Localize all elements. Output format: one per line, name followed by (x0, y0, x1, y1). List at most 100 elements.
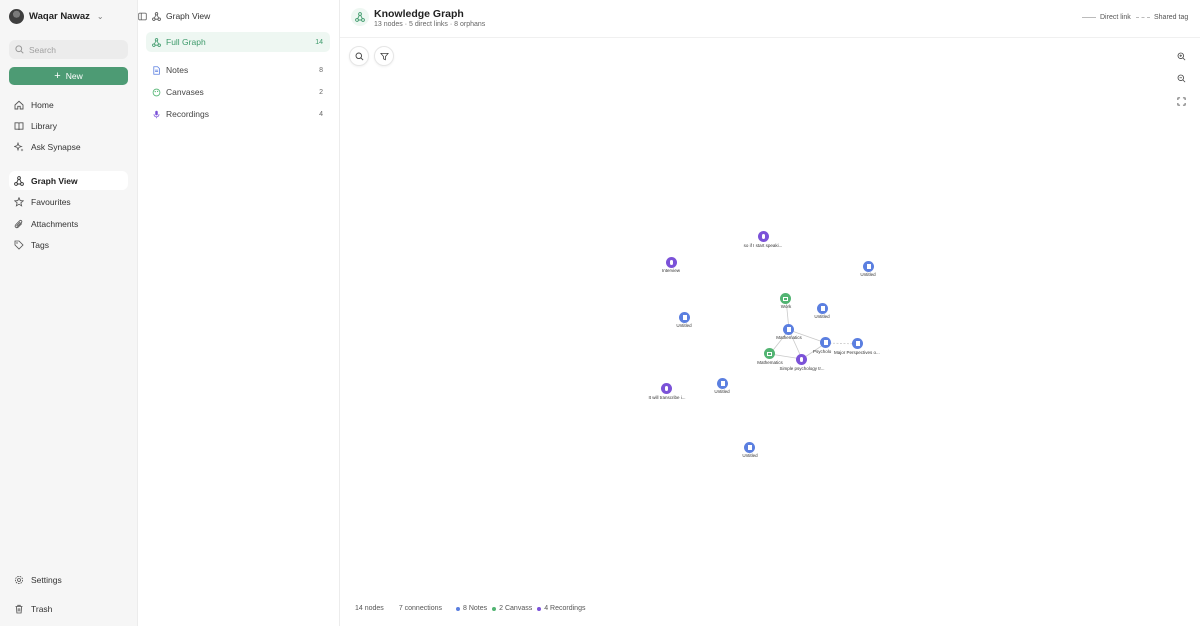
node-label: Untitled (814, 314, 830, 319)
graph-node-canvas[interactable] (780, 293, 791, 304)
trash-icon (15, 604, 23, 613)
nav-item-favourites[interactable]: Favourites (9, 192, 128, 211)
filter-full-graph[interactable]: Full Graph 14 (146, 32, 330, 52)
book-icon (14, 121, 24, 130)
graph-node-note[interactable] (744, 442, 755, 453)
paperclip-icon (14, 219, 23, 228)
sidebar-toggle-icon[interactable] (138, 12, 147, 21)
chevron-down-icon: ⌄ (96, 12, 104, 21)
canvas-dot (492, 606, 497, 611)
graph-badge (351, 8, 369, 26)
sparkles-icon (14, 141, 24, 151)
home-icon (14, 100, 24, 109)
filter-notes[interactable]: Notes 8 (146, 60, 330, 80)
graph-node-recording[interactable] (796, 354, 807, 365)
legend-label: Shared tag (1154, 14, 1189, 21)
nav-item-settings[interactable]: Settings (9, 570, 128, 589)
filter-button[interactable] (374, 46, 394, 66)
fit-view-button[interactable] (1171, 91, 1191, 111)
page-title: Knowledge Graph (374, 8, 464, 20)
search-icon (15, 45, 24, 54)
nav-item-tags[interactable]: Tags (9, 235, 128, 254)
nav-item-ask-synapse[interactable]: Ask Synapse (9, 137, 128, 156)
recordings-dot (537, 606, 542, 611)
filter-count: 8 (319, 66, 323, 74)
filter-label: Recordings (166, 109, 209, 119)
node-label: Untitled (714, 389, 730, 394)
filter-icon (379, 52, 389, 60)
stat-canvas: 2 Canvass (499, 605, 533, 612)
graph-node-note[interactable] (783, 324, 794, 335)
zoom-in-icon (1177, 52, 1185, 60)
panel-title: Graph View (166, 11, 211, 21)
node-label: It will transcribe i... (648, 395, 686, 400)
graph-node-note[interactable] (852, 338, 863, 349)
filter-recordings[interactable]: Recordings 4 (146, 104, 330, 124)
graph-node-note[interactable] (717, 378, 728, 389)
user-menu[interactable]: Waqar Nawaz ⌄ (9, 8, 104, 25)
stat-nodes: 14 nodes (355, 605, 384, 612)
node-label: Work (780, 304, 792, 309)
filter-count: 14 (315, 38, 323, 46)
legend-direct-link: Direct link (1082, 14, 1131, 21)
legend-shared-tag: Shared tag (1136, 14, 1188, 21)
nav-item-label: Home (31, 99, 54, 110)
avatar (9, 9, 24, 24)
new-button-label: New (65, 71, 83, 81)
node-label: Untitled (742, 453, 758, 458)
zoom-out-button[interactable] (1171, 68, 1191, 88)
graph-icon (14, 175, 24, 186)
zoom-in-button[interactable] (1171, 46, 1191, 66)
filter-label: Canvases (166, 87, 204, 97)
nav-item-trash[interactable]: Trash (9, 599, 128, 618)
node-label: Interview (661, 268, 681, 273)
zoom-out-icon (1177, 74, 1185, 82)
nav-item-label: Settings (31, 574, 62, 585)
graph-node-canvas[interactable] (764, 348, 775, 359)
graph-header: Knowledge Graph 13 nodes · 5 direct link… (340, 0, 1200, 38)
nav-item-label: Library (31, 120, 57, 131)
node-label: Simple psychology tr... (779, 366, 825, 371)
graph-node-note[interactable] (679, 312, 690, 323)
tag-icon (14, 240, 24, 250)
document-icon (153, 65, 160, 75)
user-name: Waqar Nawaz (29, 11, 90, 22)
nav-item-library[interactable]: Library (9, 116, 128, 135)
stat-recordings: 4 Recordings (544, 605, 586, 612)
graph-summary: 13 nodes · 5 direct links · 8 orphans (374, 21, 486, 28)
legend-label: Direct link (1100, 14, 1131, 21)
stat-connections: 7 connections (398, 605, 443, 612)
search-input[interactable] (29, 44, 119, 55)
graph-node-note[interactable] (863, 261, 874, 272)
graph-edges (769, 298, 859, 360)
gear-icon (14, 575, 24, 584)
search-icon (355, 52, 363, 60)
nav-item-label: Graph View (31, 175, 78, 186)
graph-node-note[interactable] (820, 337, 831, 348)
filter-count: 2 (319, 88, 323, 96)
nav-item-graph-view[interactable]: Graph View (9, 171, 128, 190)
graph-stats-footer: 14 nodes 7 connections 8 Notes 2 Canvass… (355, 605, 585, 612)
plus-icon: + (54, 69, 61, 82)
nav-item-home[interactable]: Home (9, 95, 128, 114)
graph-canvas-area: Knowledge Graph 13 nodes · 5 direct link… (340, 0, 1200, 626)
nav-item-label: Favourites (31, 196, 71, 207)
filter-canvases[interactable]: Canvases 2 (146, 82, 330, 102)
new-button[interactable]: + New (9, 67, 128, 85)
graph-node-recording[interactable] (666, 257, 677, 268)
filter-label: Notes (166, 65, 189, 75)
expand-icon (1176, 96, 1186, 106)
graph-node-note[interactable] (817, 303, 828, 314)
graph-node-recording[interactable] (758, 231, 769, 242)
filter-count: 4 (319, 110, 323, 118)
node-label: Untitled (860, 272, 876, 277)
nav-item-attachments[interactable]: Attachments (9, 214, 128, 233)
nav-item-label: Ask Synapse (31, 141, 81, 152)
star-icon (14, 196, 24, 207)
search-box[interactable] (9, 40, 128, 59)
solid-line-swatch (1082, 17, 1096, 18)
search-graph-button[interactable] (349, 46, 369, 66)
filter-label: Full Graph (166, 37, 206, 47)
graph-node-recording[interactable] (661, 383, 672, 394)
sidebar: Waqar Nawaz ⌄ + New Home Library Ask Syn… (0, 0, 138, 626)
